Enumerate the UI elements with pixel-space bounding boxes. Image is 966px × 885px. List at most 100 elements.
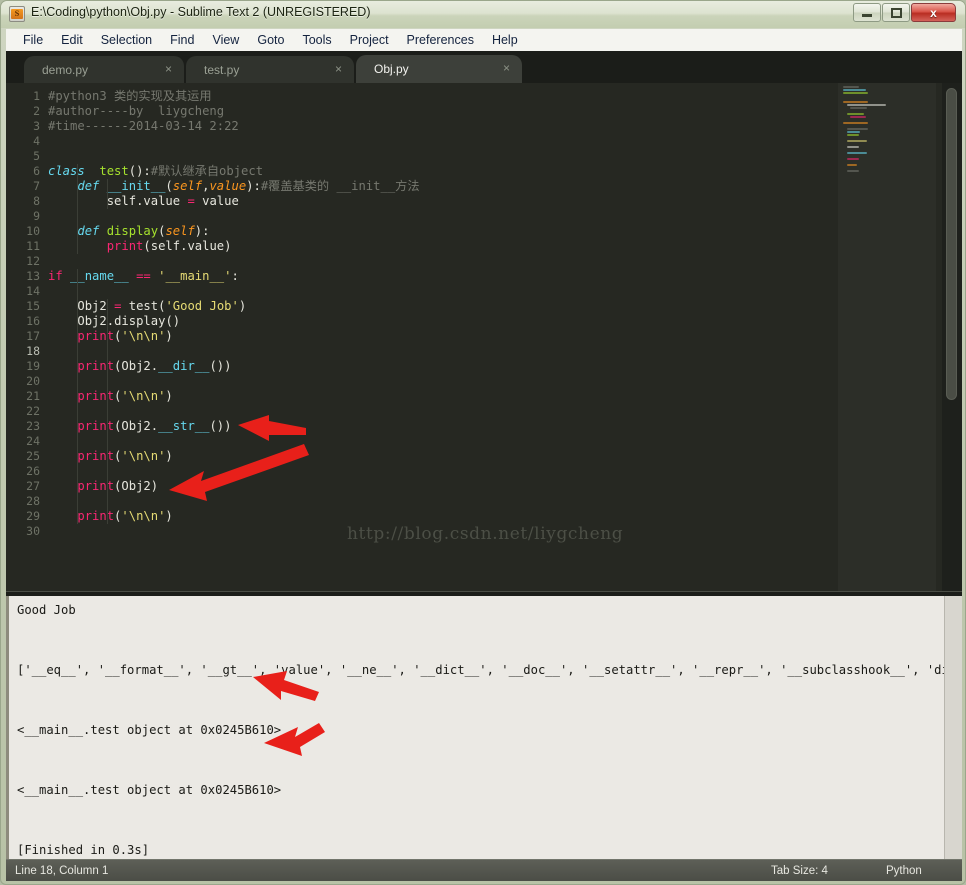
minimap-line [850, 116, 867, 118]
minimap-content [841, 86, 933, 176]
menu-item-file[interactable]: File [14, 31, 52, 49]
menu-item-view[interactable]: View [203, 31, 248, 49]
output-scrollbar-track[interactable] [944, 596, 962, 859]
application-window: S E:\Coding\python\Obj.py - Sublime Text… [0, 0, 966, 885]
tab-label: Obj.py [374, 62, 409, 76]
close-icon[interactable]: × [165, 63, 172, 75]
tab-label: test.py [204, 62, 240, 77]
tab-demo-py[interactable]: demo.py × [24, 56, 184, 83]
indent-guide [77, 164, 79, 254]
code-line: #python3 类的实现及其运用 [48, 89, 212, 103]
code-line: print(Obj2.__dir__()) [77, 359, 232, 373]
line-number: 2 [33, 104, 40, 118]
tab-bar: demo.py × test.py × Obj.py × [6, 51, 962, 83]
menu-item-goto[interactable]: Goto [248, 31, 293, 49]
minimap-line [846, 140, 867, 142]
minimap-line [850, 107, 868, 109]
minimap-line [846, 104, 887, 106]
close-button[interactable]: x [911, 3, 956, 22]
minimap-line [843, 92, 868, 94]
line-number: 3 [33, 119, 40, 133]
indent-guide [77, 269, 79, 524]
indent-guide [106, 179, 108, 209]
output-line: Good Job [17, 603, 76, 617]
minimap[interactable] [838, 83, 936, 591]
line-number: 9 [33, 209, 40, 223]
output-line: ['__eq__', '__format__', '__gt__', 'valu… [17, 663, 962, 677]
line-number: 10 [26, 224, 40, 238]
minimap-line [846, 128, 869, 130]
title-bar: S E:\Coding\python\Obj.py - Sublime Text… [1, 1, 965, 28]
restore-button[interactable] [882, 3, 910, 22]
line-number: 6 [33, 164, 40, 178]
line-number: 15 [26, 299, 40, 313]
code-line: print(Obj2.__str__()) [77, 419, 232, 433]
app-glyph: S [11, 9, 23, 19]
code-line: print(self.value) [106, 239, 232, 253]
line-number: 19 [26, 359, 40, 373]
line-number: 21 [26, 389, 40, 403]
minimap-line [843, 89, 866, 91]
line-number: 1 [33, 89, 40, 103]
menu-item-help[interactable]: Help [483, 31, 527, 49]
line-number: 20 [26, 374, 40, 388]
line-number: 13 [26, 269, 40, 283]
menu-item-selection[interactable]: Selection [92, 31, 161, 49]
close-icon[interactable]: × [503, 62, 510, 74]
line-number: 11 [26, 239, 40, 253]
minimap-line [843, 122, 868, 124]
menu-item-find[interactable]: Find [161, 31, 203, 49]
build-output-panel[interactable]: Good Job ['__eq__', '__format__', '__gt__… [6, 596, 962, 859]
menu-item-project[interactable]: Project [341, 31, 398, 49]
line-number: 5 [33, 149, 40, 163]
line-number: 28 [26, 494, 40, 508]
code-content[interactable]: #python3 类的实现及其运用 #author----by liygcheng… [48, 83, 838, 591]
menu-item-tools[interactable]: Tools [293, 31, 340, 49]
code-line: #author----by liygcheng [48, 104, 225, 118]
sublime-text-body: demo.py × test.py × Obj.py × 1 2 3 4 5 6 7 8 9 10… [6, 51, 962, 859]
code-line: class test():#默认继承自object [48, 164, 264, 178]
code-line: Obj2.display() [77, 314, 181, 328]
output-line: [Finished in 0.3s] [17, 843, 150, 857]
line-number: 8 [33, 194, 40, 208]
line-number: 23 [26, 419, 40, 433]
code-line: print('\n\n') [77, 329, 173, 343]
watermark-text: http://blog.csdn.net/liygcheng [347, 524, 624, 544]
minimap-line [846, 146, 859, 148]
line-number: 26 [26, 464, 40, 478]
output-line: <__main__.test object at 0x0245B610> [17, 723, 282, 737]
code-line: #time------2014-03-14 2:22 [48, 119, 239, 133]
line-number: 7 [33, 179, 40, 193]
editor-scrollbar-thumb[interactable] [946, 88, 957, 400]
menu-item-edit[interactable]: Edit [52, 31, 92, 49]
window-title: E:\Coding\python\Obj.py - Sublime Text 2… [31, 5, 371, 19]
line-number: 16 [26, 314, 40, 328]
minimap-line [843, 86, 860, 88]
code-line: def display(self): [77, 224, 210, 238]
status-language[interactable]: Python [886, 865, 922, 877]
minimap-line [843, 101, 868, 103]
tab-obj-py[interactable]: Obj.py × [356, 55, 522, 83]
tab-label: demo.py [42, 62, 89, 77]
minimize-button[interactable] [853, 3, 881, 22]
line-number: 30 [26, 524, 40, 538]
code-editor[interactable]: 1 2 3 4 5 6 7 8 9 10 11 12 13 14 15 16 17 18 19 20 21 22 23 24 2… [6, 83, 962, 591]
line-number: 25 [26, 449, 40, 463]
code-line: def __init__(self,value):#覆盖基类的 __init__… [77, 179, 420, 193]
minimap-line [846, 158, 859, 160]
status-cursor-position: Line 18, Column 1 [15, 864, 109, 877]
minimap-line [846, 164, 858, 166]
menu-bar: File Edit Selection Find View Goto Tools… [6, 29, 962, 51]
code-line: print('\n\n') [77, 509, 173, 523]
close-icon[interactable]: × [335, 63, 342, 75]
status-tab-size[interactable]: Tab Size: 4 [771, 865, 828, 877]
line-number: 29 [26, 509, 40, 523]
tab-test-py[interactable]: test.py × [186, 56, 354, 83]
menu-item-preferences[interactable]: Preferences [398, 31, 483, 49]
minimap-line [846, 152, 867, 154]
code-line: print('\n\n') [77, 389, 173, 403]
minimap-line [846, 113, 864, 115]
minimap-line [846, 134, 859, 136]
line-number: 18 [26, 344, 40, 358]
line-number: 12 [26, 254, 40, 268]
